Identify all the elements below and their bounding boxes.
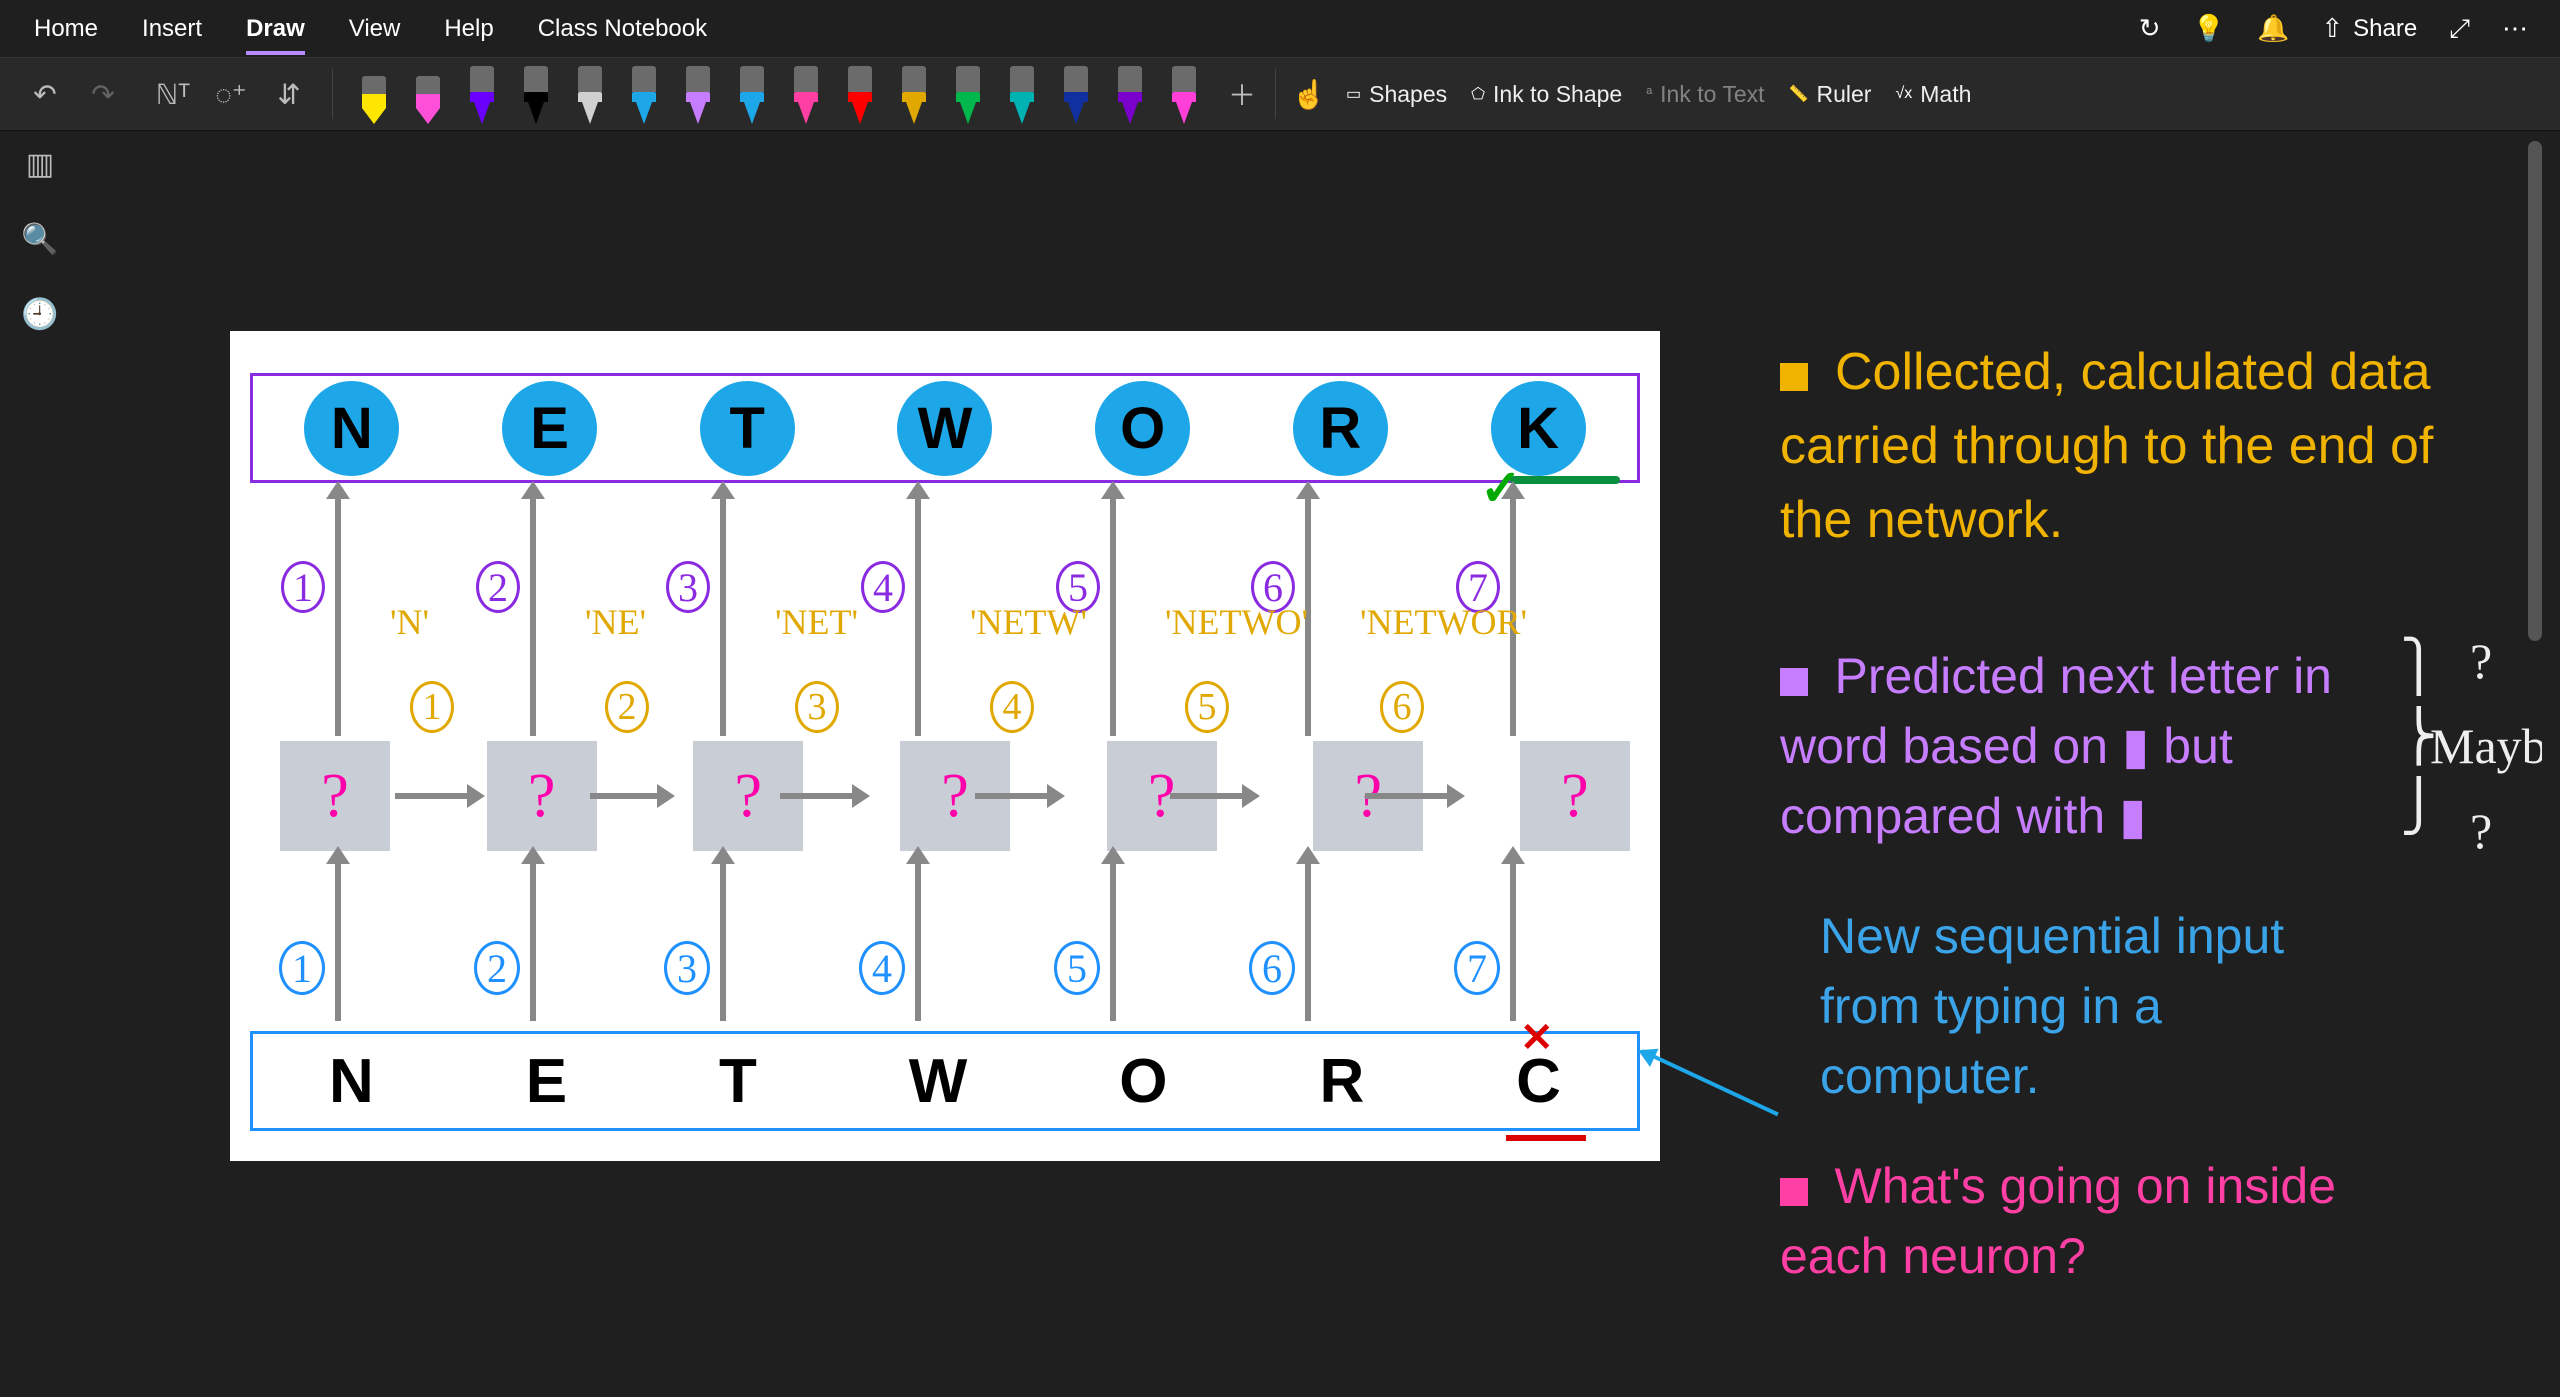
bell-icon[interactable]: 🔔	[2257, 13, 2289, 44]
notebooks-icon[interactable]: ▥	[26, 147, 54, 182]
ink-to-text-button: ᵃ Ink to Text	[1634, 69, 1776, 119]
output-letter: W	[897, 381, 992, 476]
menu-bar: Home Insert Draw View Help Class Noteboo…	[0, 0, 2560, 57]
input-letter: O	[1119, 1046, 1167, 1117]
lasso-select-button[interactable]: ◌⁺	[206, 69, 256, 119]
pen-7[interactable]	[731, 64, 773, 124]
output-letter: T	[700, 381, 795, 476]
page-canvas[interactable]: NETWORK ✓ ??????? NETWORC ✕ 1234567'N'1'…	[80, 131, 2542, 1397]
pen-gallery	[341, 58, 1217, 130]
menu-class-notebook[interactable]: Class Notebook	[516, 5, 729, 53]
pen-8[interactable]	[785, 64, 827, 124]
pen-3[interactable]	[515, 64, 557, 124]
pen-13[interactable]	[1055, 64, 1097, 124]
menu-draw[interactable]: Draw	[224, 5, 327, 53]
menu-insert[interactable]: Insert	[120, 5, 224, 53]
hidden-cell: ?	[280, 741, 390, 851]
shapes-icon: ▭	[1346, 84, 1361, 104]
pen-14[interactable]	[1109, 64, 1151, 124]
hidden-cell: ?	[1520, 741, 1630, 851]
math-icon: √x	[1895, 85, 1912, 103]
pen-0[interactable]	[353, 64, 395, 124]
pen-12[interactable]	[1001, 64, 1043, 124]
input-row: NETWORC	[250, 1031, 1640, 1131]
pen-10[interactable]	[893, 64, 935, 124]
input-letter: T	[719, 1046, 757, 1117]
insert-space-button[interactable]: ⇵	[264, 69, 314, 119]
lightbulb-icon[interactable]: 💡	[2193, 13, 2225, 44]
pen-9[interactable]	[839, 64, 881, 124]
recent-icon[interactable]: 🕘	[21, 297, 58, 332]
undo-button[interactable]: ↶	[20, 69, 70, 119]
shapes-button[interactable]: ▭ Shapes	[1334, 69, 1459, 119]
pen-2[interactable]	[461, 64, 503, 124]
menu-view[interactable]: View	[327, 5, 423, 53]
pen-1[interactable]	[407, 64, 449, 124]
bullet-icon	[1780, 1178, 1808, 1206]
share-label: Share	[2353, 15, 2417, 43]
note-blue: New sequential input from typing in a co…	[1820, 901, 2380, 1111]
pen-11[interactable]	[947, 64, 989, 124]
ruler-button[interactable]: 📏 Ruler	[1777, 69, 1884, 119]
pen-15[interactable]	[1163, 64, 1205, 124]
note-maybe: Maybe?	[2430, 711, 2542, 781]
search-icon[interactable]: 🔍	[21, 222, 58, 257]
output-row: NETWORK	[250, 373, 1640, 483]
bullet-icon	[1780, 668, 1808, 696]
note-pink: What's going on inside each neuron?	[1780, 1151, 2340, 1291]
bullet-icon	[1780, 363, 1808, 391]
input-letter: R	[1319, 1046, 1364, 1117]
text-mode-button[interactable]: ℕᵀ	[148, 69, 198, 119]
ink-to-text-icon: ᵃ	[1646, 85, 1652, 103]
fullscreen-icon[interactable]: ⤢	[2449, 13, 2470, 45]
share-button[interactable]: ⇧ Share	[2321, 13, 2417, 44]
rnn-diagram: NETWORK ✓ ??????? NETWORC ✕ 1234567'N'1'…	[230, 331, 1660, 1161]
output-letter: O	[1095, 381, 1190, 476]
touch-draw-button[interactable]: ☝	[1284, 69, 1334, 119]
hidden-cell: ?	[487, 741, 597, 851]
menu-home[interactable]: Home	[12, 5, 120, 53]
output-letter: R	[1293, 381, 1388, 476]
ruler-icon: 📏	[1789, 84, 1809, 104]
left-nav-rail: ▥ 🔍 🕘	[0, 131, 80, 1397]
more-icon[interactable]: ⋯	[2502, 13, 2528, 44]
ink-to-shape-button[interactable]: ⬠ Ink to Shape	[1459, 69, 1634, 119]
draw-ribbon: ↶ ↷ ℕᵀ ◌⁺ ⇵ ＋ ☝ ▭ Shapes ⬠ Ink to Shape …	[0, 57, 2560, 131]
note-q2: ?	[2470, 796, 2492, 866]
add-pen-button[interactable]: ＋	[1217, 69, 1267, 119]
math-label: Math	[1920, 81, 1971, 108]
output-letter: E	[502, 381, 597, 476]
shapes-label: Shapes	[1369, 81, 1447, 108]
pen-4[interactable]	[569, 64, 611, 124]
vertical-scrollbar[interactable]	[2528, 141, 2542, 1141]
scrollbar-thumb[interactable]	[2528, 141, 2542, 641]
pen-5[interactable]	[623, 64, 665, 124]
ruler-label: Ruler	[1817, 81, 1872, 108]
note-purple: Predicted next letter in word based on ▮…	[1780, 641, 2370, 851]
input-letter: W	[909, 1046, 968, 1117]
note-yellow: Collected, calculated data carried throu…	[1780, 336, 2500, 557]
ink-to-text-label: Ink to Text	[1660, 81, 1764, 108]
ink-to-shape-label: Ink to Shape	[1493, 81, 1622, 108]
math-button[interactable]: √x Math	[1883, 69, 1983, 119]
sync-icon[interactable]: ↻	[2139, 13, 2161, 44]
redo-button[interactable]: ↷	[78, 69, 128, 119]
input-letter: E	[526, 1046, 567, 1117]
menu-help[interactable]: Help	[422, 5, 515, 53]
share-icon: ⇧	[2321, 13, 2343, 44]
output-letter: N	[304, 381, 399, 476]
pen-6[interactable]	[677, 64, 719, 124]
note-q1: ?	[2470, 626, 2492, 696]
annotation-arrow	[1641, 1049, 1779, 1116]
input-letter: N	[329, 1046, 374, 1117]
ink-to-shape-icon: ⬠	[1471, 84, 1485, 104]
